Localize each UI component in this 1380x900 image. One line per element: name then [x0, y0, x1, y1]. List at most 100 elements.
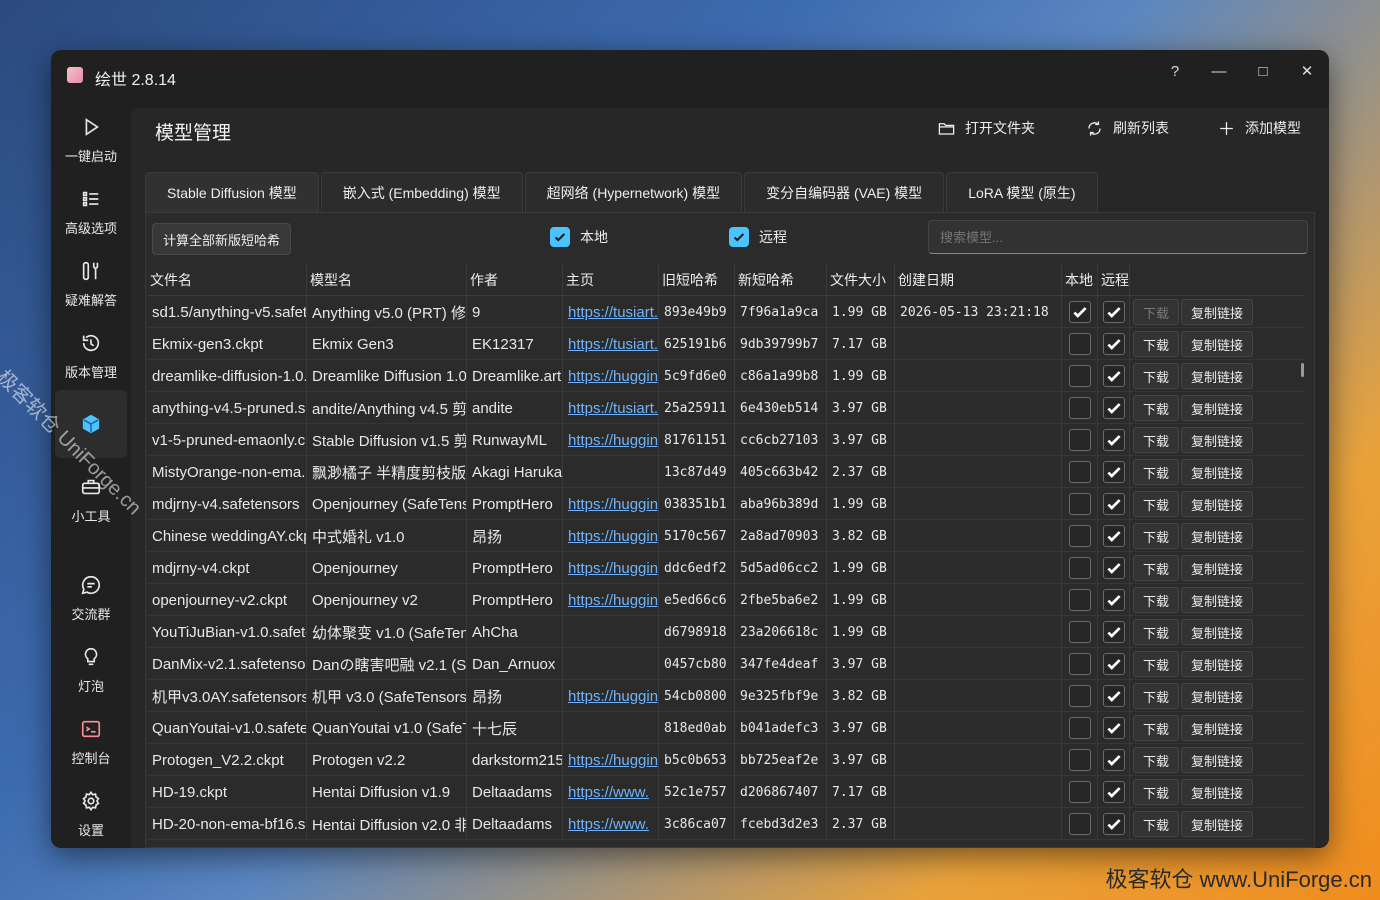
local-checkbox[interactable]	[1068, 397, 1091, 419]
table-row[interactable]: MistyOrange-non-ema.ckpt飘渺橘子 半精度剪枝版 (Aka…	[147, 456, 1305, 488]
table-row[interactable]: DanMix-v2.1.safetensorsDanの瞎害吧融 v2.1 (Sa…	[147, 648, 1305, 680]
copy-link-button[interactable]: 复制链接	[1181, 587, 1253, 613]
remote-checkbox[interactable]	[1102, 397, 1125, 419]
table-row[interactable]: openjourney-v2.ckpt Openjourney v2 PromptH…	[147, 584, 1305, 616]
col-header[interactable]: 远程	[1098, 264, 1130, 296]
download-button[interactable]: 下载	[1133, 651, 1179, 677]
table-row[interactable]: HD-19.ckpt Hentai Diffusion v1.9 Deltaadam…	[147, 776, 1305, 808]
download-button[interactable]: 下载	[1133, 459, 1179, 485]
homepage-link[interactable]: https://huggingface.co	[568, 560, 658, 577]
table-row[interactable]: mdjrny-v4.ckpt Openjourney PromptHero https…	[147, 552, 1305, 584]
copy-link-button[interactable]: 复制链接	[1181, 779, 1253, 805]
remote-checkbox[interactable]	[1102, 301, 1125, 323]
local-checkbox[interactable]	[1068, 525, 1091, 547]
copy-link-button[interactable]: 复制链接	[1181, 811, 1253, 837]
refresh-button[interactable]: 刷新列表	[1085, 118, 1169, 138]
copy-link-button[interactable]: 复制链接	[1181, 651, 1253, 677]
table-row[interactable]: Chinese weddingAY.ckpt 中式婚礼 v1.0 昂扬 https:/…	[147, 520, 1305, 552]
remote-checkbox[interactable]	[1102, 365, 1125, 387]
sidebar-item-bulb[interactable]: 灯泡	[55, 636, 127, 704]
homepage-link[interactable]: https://tusiart.com	[568, 336, 658, 353]
remote-checkbox[interactable]	[1102, 589, 1125, 611]
copy-link-button[interactable]: 复制链接	[1181, 299, 1253, 325]
homepage-link[interactable]: https://huggingface.co	[568, 688, 658, 705]
local-checkbox[interactable]	[1068, 557, 1091, 579]
remote-checkbox[interactable]	[729, 227, 749, 247]
copy-link-button[interactable]: 复制链接	[1181, 331, 1253, 357]
remote-checkbox[interactable]	[1102, 717, 1125, 739]
local-checkbox[interactable]	[1068, 429, 1091, 451]
download-button[interactable]: 下载	[1133, 619, 1179, 645]
homepage-link[interactable]: https://huggingface.co	[568, 432, 658, 449]
local-checkbox[interactable]	[1068, 653, 1091, 675]
remote-checkbox[interactable]	[1102, 493, 1125, 515]
table-row[interactable]: QuanYoutai-v1.0.safetensorsQuanYoutai v1…	[147, 712, 1305, 744]
homepage-link[interactable]: https://www.	[568, 784, 649, 801]
local-checkbox[interactable]	[1068, 813, 1091, 835]
local-checkbox[interactable]	[1068, 333, 1091, 355]
table-row[interactable]: HD-20-non-ema-bf16.safetensorsHentai Dif…	[147, 808, 1305, 840]
download-button[interactable]: 下载	[1133, 331, 1179, 357]
remote-checkbox[interactable]	[1102, 429, 1125, 451]
download-button[interactable]: 下载	[1133, 491, 1179, 517]
copy-link-button[interactable]: 复制链接	[1181, 683, 1253, 709]
table-row[interactable]: mdjrny-v4.safetensors Openjourney (SafeTe…	[147, 488, 1305, 520]
maximize-button[interactable]: □	[1243, 56, 1283, 86]
table-row[interactable]: anything-v4.5-pruned.safetensorsandite/A…	[147, 392, 1305, 424]
local-checkbox[interactable]	[1068, 781, 1091, 803]
local-checkbox[interactable]	[1068, 589, 1091, 611]
remote-checkbox[interactable]	[1102, 749, 1125, 771]
copy-link-button[interactable]: 复制链接	[1181, 459, 1253, 485]
tab-lora[interactable]: LoRA 模型 (原生)	[946, 172, 1098, 212]
copy-link-button[interactable]: 复制链接	[1181, 555, 1253, 581]
sidebar-item-tools[interactable]: 小工具	[55, 466, 127, 534]
sidebar-item-version[interactable]: 版本管理	[55, 322, 127, 390]
download-button[interactable]: 下载	[1133, 811, 1179, 837]
download-button[interactable]: 下载	[1133, 683, 1179, 709]
table-row[interactable]: Ekmix-gen3.ckpt Ekmix Gen3 EK12317 https://…	[147, 328, 1305, 360]
col-header[interactable]: 文件大小	[827, 264, 895, 296]
homepage-link[interactable]: https://huggingface.co	[568, 496, 658, 513]
table-row[interactable]: 机甲v3.0AY.safetensors 机甲 v3.0 (SafeTensors…	[147, 680, 1305, 712]
col-header[interactable]: 创建日期	[895, 264, 1062, 296]
col-header[interactable]: 模型名	[307, 264, 467, 296]
tab-embedding[interactable]: 嵌入式 (Embedding) 模型	[320, 172, 523, 212]
download-button[interactable]: 下载	[1133, 523, 1179, 549]
download-button[interactable]: 下载	[1133, 427, 1179, 453]
homepage-link[interactable]: https://www.	[568, 816, 649, 833]
remote-checkbox[interactable]	[1102, 685, 1125, 707]
copy-link-button[interactable]: 复制链接	[1181, 747, 1253, 773]
add-model-button[interactable]: 添加模型	[1217, 118, 1301, 138]
col-header[interactable]: 主页	[563, 264, 659, 296]
local-checkbox[interactable]	[550, 227, 570, 247]
remote-checkbox[interactable]	[1102, 525, 1125, 547]
remote-filter[interactable]: 远程	[729, 227, 787, 247]
copy-link-button[interactable]: 复制链接	[1181, 491, 1253, 517]
col-header[interactable]: 旧短哈希	[659, 264, 735, 296]
col-header[interactable]: 文件名	[147, 264, 307, 296]
copy-link-button[interactable]: 复制链接	[1181, 715, 1253, 741]
calc-hash-button[interactable]: 计算全部新版短哈希	[152, 223, 292, 255]
col-header[interactable]: 新短哈希	[735, 264, 827, 296]
sidebar-item-launch[interactable]: 一键启动	[55, 106, 127, 174]
copy-link-button[interactable]: 复制链接	[1181, 395, 1253, 421]
sidebar-item-advanced[interactable]: 高级选项	[55, 178, 127, 246]
open-folder-button[interactable]: 打开文件夹	[937, 118, 1035, 138]
local-checkbox[interactable]	[1068, 461, 1091, 483]
sidebar-item-community[interactable]: 交流群	[55, 564, 127, 632]
copy-link-button[interactable]: 复制链接	[1181, 427, 1253, 453]
close-button[interactable]: ✕	[1287, 56, 1327, 86]
table-row[interactable]: Protogen_V2.2.ckpt Protogen v2.2 darkstorm…	[147, 744, 1305, 776]
remote-checkbox[interactable]	[1102, 621, 1125, 643]
sidebar-item-console[interactable]: 控制台	[55, 708, 127, 776]
minimize-button[interactable]: —	[1199, 56, 1239, 86]
local-checkbox[interactable]	[1068, 685, 1091, 707]
homepage-link[interactable]: https://huggingface.co	[568, 752, 658, 769]
download-button[interactable]: 下载	[1133, 395, 1179, 421]
tab-vae[interactable]: 变分自编码器 (VAE) 模型	[744, 172, 945, 212]
vertical-scrollbar[interactable]	[1301, 363, 1304, 377]
sidebar-item-settings[interactable]: 设置	[55, 780, 127, 848]
download-button[interactable]: 下载	[1133, 363, 1179, 389]
table-row[interactable]: sd1.5/anything-v5.safetensorsAnything v5…	[147, 296, 1305, 328]
local-checkbox[interactable]	[1068, 493, 1091, 515]
